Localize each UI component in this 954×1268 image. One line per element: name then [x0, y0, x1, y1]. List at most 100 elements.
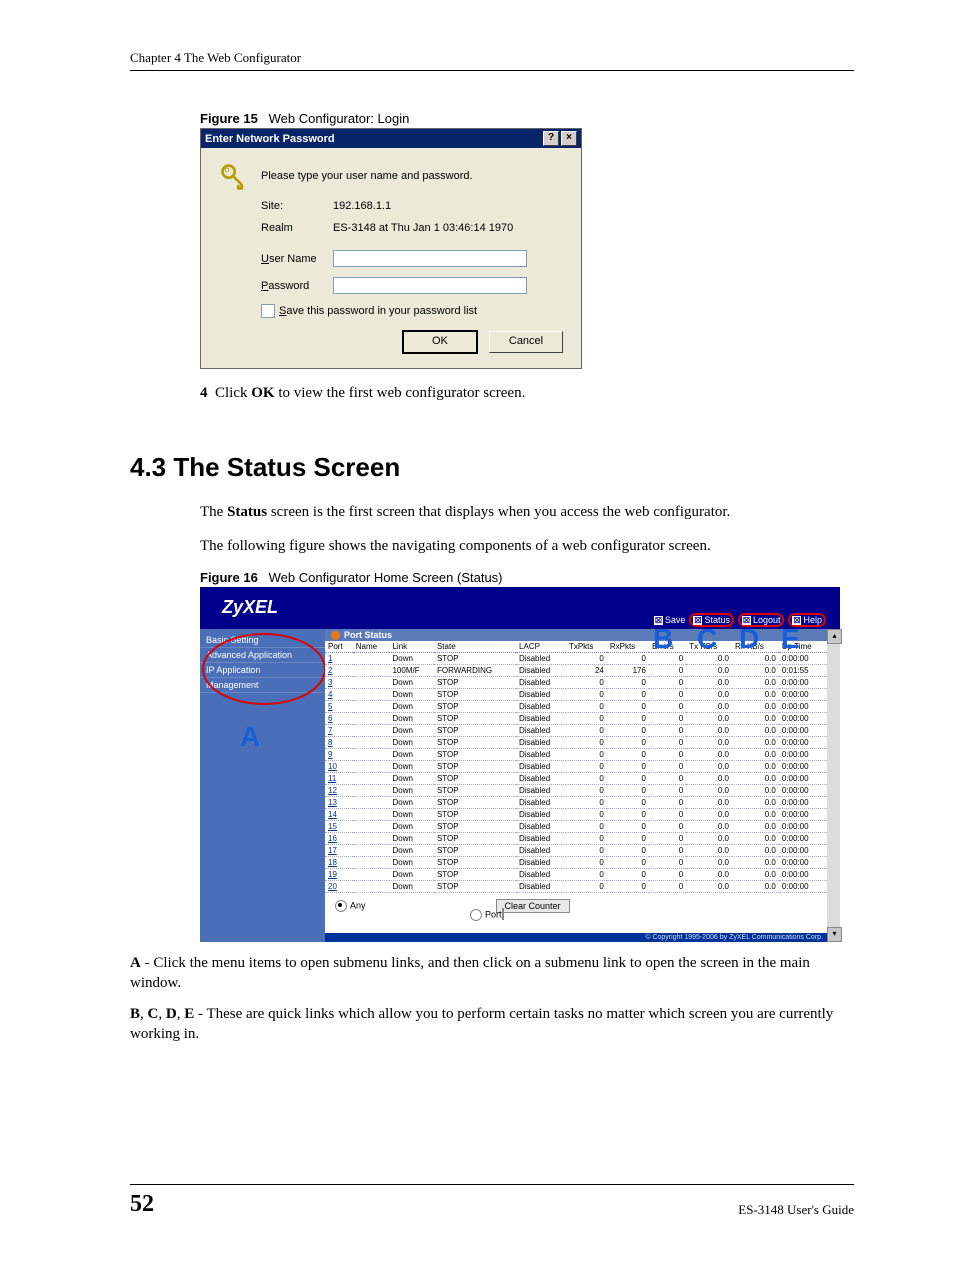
panel-dot-icon — [331, 631, 340, 640]
port-link[interactable]: 13 — [328, 798, 337, 807]
callout-d: D — [739, 623, 759, 655]
col-header: State — [434, 641, 516, 653]
site-label: Site: — [261, 200, 333, 212]
section-heading: 4.3 The Status Screen — [130, 452, 854, 483]
table-row: 17DownSTOPDisabled0000.00.00:00:00 — [325, 845, 827, 857]
table-row: 2100M/FFORWARDINGDisabled2417600.00.00:0… — [325, 665, 827, 677]
scroll-up-icon[interactable]: ▴ — [827, 629, 842, 644]
port-link[interactable]: 12 — [328, 786, 337, 795]
table-row: 8DownSTOPDisabled0000.00.00:00:00 — [325, 737, 827, 749]
radio-any[interactable]: Any — [335, 900, 366, 912]
table-row: 7DownSTOPDisabled0000.00.00:00:00 — [325, 725, 827, 737]
table-row: 20DownSTOPDisabled0000.00.00:00:00 — [325, 881, 827, 893]
username-input[interactable] — [333, 250, 527, 267]
port-link[interactable]: 6 — [328, 714, 332, 723]
table-row: 4DownSTOPDisabled0000.00.00:00:00 — [325, 689, 827, 701]
realm-value: ES-3148 at Thu Jan 1 03:46:14 1970 — [333, 222, 563, 234]
realm-label: Realm — [261, 222, 333, 234]
password-input[interactable] — [333, 277, 527, 294]
port-link[interactable]: 17 — [328, 846, 337, 855]
table-row: 19DownSTOPDisabled0000.00.00:00:00 — [325, 869, 827, 881]
port-link[interactable]: 16 — [328, 834, 337, 843]
para-2: The following figure shows the navigatin… — [200, 537, 854, 557]
radio-port[interactable]: Port — [470, 909, 504, 921]
port-link[interactable]: 19 — [328, 870, 337, 879]
table-row: 13DownSTOPDisabled0000.00.00:00:00 — [325, 797, 827, 809]
copyright: © Copyright 1995-2006 by ZyXEL Communica… — [325, 933, 827, 942]
status-screenshot: ZyXEL ☒Save ☒Status ☒Logout ☒Help Basic … — [200, 587, 840, 942]
table-row: 5DownSTOPDisabled0000.00.00:00:00 — [325, 701, 827, 713]
port-link[interactable]: 5 — [328, 702, 332, 711]
login-dialog: Enter Network Password ? × Please type y… — [200, 128, 582, 369]
guide-title: ES-3148 User's Guide — [738, 1202, 854, 1218]
help-icon[interactable]: ? — [543, 131, 559, 146]
page-number: 52 — [130, 1191, 154, 1218]
table-row: 14DownSTOPDisabled0000.00.00:00:00 — [325, 809, 827, 821]
port-link[interactable]: 15 — [328, 822, 337, 831]
table-row: 15DownSTOPDisabled0000.00.00:00:00 — [325, 821, 827, 833]
page-footer: 52 ES-3148 User's Guide — [130, 1184, 854, 1218]
para-1: The Status screen is the first screen th… — [200, 503, 854, 523]
save-password-checkbox[interactable] — [261, 304, 275, 318]
port-link[interactable]: 9 — [328, 750, 332, 759]
step-4: 4 Click OK to view the first web configu… — [200, 385, 854, 402]
table-row: 12DownSTOPDisabled0000.00.00:00:00 — [325, 785, 827, 797]
table-row: 11DownSTOPDisabled0000.00.00:00:00 — [325, 773, 827, 785]
table-row: 6DownSTOPDisabled0000.00.00:00:00 — [325, 713, 827, 725]
save-password-label: Save this password in your password list — [279, 305, 477, 317]
port-link[interactable]: 18 — [328, 858, 337, 867]
port-link[interactable]: 10 — [328, 762, 337, 771]
callout-a: A — [240, 721, 260, 753]
clear-counter-button[interactable]: Clear Counter — [496, 899, 570, 913]
desc-a: A - Click the menu items to open submenu… — [130, 954, 854, 993]
close-icon[interactable]: × — [561, 131, 577, 146]
col-header: TxPkts — [566, 641, 607, 653]
chapter-header: Chapter 4 The Web Configurator — [130, 50, 854, 71]
scroll-down-icon[interactable]: ▾ — [827, 927, 842, 942]
sidebar-menu: Basic Setting Advanced Application IP Ap… — [200, 629, 325, 942]
port-input[interactable] — [502, 908, 504, 920]
login-titlebar: Enter Network Password ? × — [201, 129, 581, 148]
col-header: RxPkts — [607, 641, 649, 653]
port-link[interactable]: 7 — [328, 726, 332, 735]
port-link[interactable]: 20 — [328, 882, 337, 891]
zyxel-logo: ZyXEL — [222, 597, 278, 618]
port-link[interactable]: 3 — [328, 678, 332, 687]
port-link[interactable]: 4 — [328, 690, 332, 699]
port-link[interactable]: 11 — [328, 774, 336, 783]
key-icon — [219, 162, 247, 190]
table-row: 18DownSTOPDisabled0000.00.00:00:00 — [325, 857, 827, 869]
callout-c: C — [697, 623, 717, 655]
username-label: User Name — [261, 253, 333, 265]
col-header: Name — [353, 641, 390, 653]
menu-ip-application[interactable]: IP Application — [200, 663, 325, 678]
menu-basic-setting[interactable]: Basic Setting — [200, 633, 325, 648]
port-link[interactable]: 8 — [328, 738, 332, 747]
menu-advanced-application[interactable]: Advanced Application — [200, 648, 325, 663]
figure16-label: Figure 16 Web Configurator Home Screen (… — [200, 570, 854, 585]
figure15-label: Figure 15 Web Configurator: Login — [200, 111, 854, 126]
col-header: Link — [389, 641, 433, 653]
col-header: Port — [325, 641, 353, 653]
port-link[interactable]: 2 — [328, 666, 332, 675]
login-title: Enter Network Password — [205, 133, 335, 145]
login-instruction: Please type your user name and password. — [261, 170, 473, 182]
table-row: 9DownSTOPDisabled0000.00.00:00:00 — [325, 749, 827, 761]
ok-button[interactable]: OK — [402, 330, 478, 354]
port-status-table: PortNameLinkStateLACPTxPktsRxPktsErrorsT… — [325, 641, 827, 893]
desc-bcde: B, C, D, E - These are quick links which… — [130, 1005, 854, 1044]
callout-e: E — [781, 623, 800, 655]
col-header: LACP — [516, 641, 566, 653]
cancel-button[interactable]: Cancel — [489, 331, 563, 353]
callout-b: B — [653, 623, 673, 655]
port-link[interactable]: 14 — [328, 810, 337, 819]
main-panel: Port Status PortNameLinkStateLACPTxPktsR… — [325, 629, 827, 942]
table-row: 3DownSTOPDisabled0000.00.00:00:00 — [325, 677, 827, 689]
password-label: Password — [261, 280, 333, 292]
port-link[interactable]: 1 — [328, 654, 332, 663]
menu-management[interactable]: Management — [200, 678, 325, 693]
table-row: 10DownSTOPDisabled0000.00.00:00:00 — [325, 761, 827, 773]
scrollbar[interactable]: ▴ ▾ — [827, 629, 840, 942]
site-value: 192.168.1.1 — [333, 200, 563, 212]
table-row: 16DownSTOPDisabled0000.00.00:00:00 — [325, 833, 827, 845]
